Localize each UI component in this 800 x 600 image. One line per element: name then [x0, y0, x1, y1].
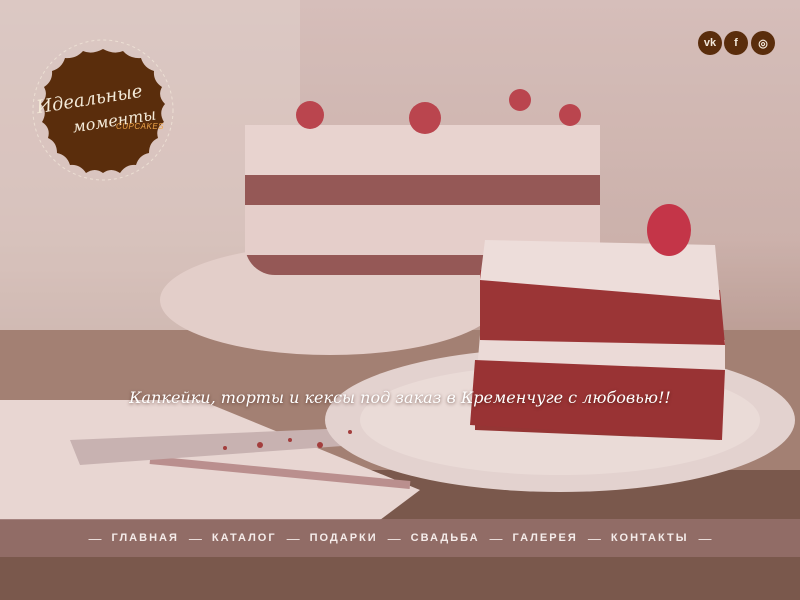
logo[interactable]: Идеальные моменты CUPCAKES: [24, 31, 182, 189]
nav-separator: —: [188, 530, 202, 546]
facebook-icon[interactable]: f: [724, 31, 748, 55]
nav-separator: —: [587, 530, 601, 546]
instagram-icon[interactable]: ◎: [751, 31, 775, 55]
nav-item-wedding[interactable]: свадьба: [411, 532, 480, 544]
nav-separator: —: [387, 530, 401, 546]
logo-subtitle: CUPCAKES: [116, 122, 165, 131]
nav-item-gifts[interactable]: подарки: [310, 532, 378, 544]
nav-item-catalog[interactable]: каталог: [212, 532, 277, 544]
main-navigation: — главная — каталог — подарки — свадьба …: [0, 519, 800, 557]
nav-item-gallery[interactable]: галерея: [513, 532, 578, 544]
nav-item-contacts[interactable]: контакты: [611, 532, 689, 544]
vk-icon[interactable]: vk: [698, 31, 722, 55]
nav-separator: —: [286, 530, 300, 546]
hero-tagline: Капкейки, торты и кексы под заказ в Крем…: [129, 388, 671, 407]
nav-separator: —: [88, 530, 102, 546]
nav-item-home[interactable]: главная: [112, 532, 179, 544]
nav-separator: —: [489, 530, 503, 546]
nav-separator: —: [698, 530, 712, 546]
